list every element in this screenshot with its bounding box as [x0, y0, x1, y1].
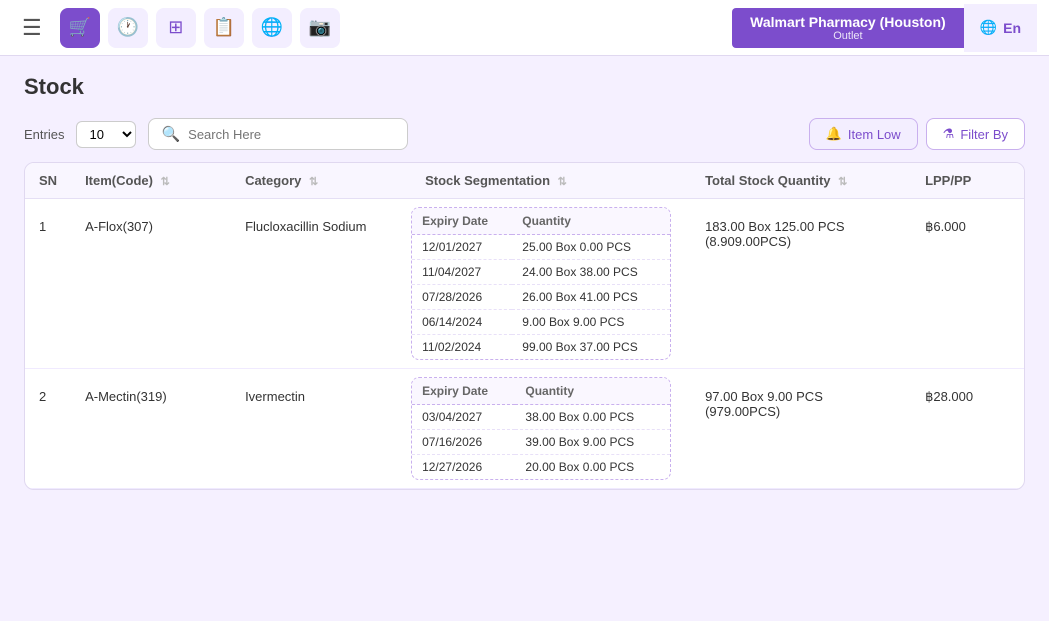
hamburger-button[interactable]: ☰: [12, 15, 52, 41]
cell-stock-seg: Expiry DateQuantity03/04/202738.00 Box 0…: [411, 369, 691, 489]
filter-button[interactable]: ⚗ Filter By: [926, 118, 1025, 150]
seg-expiry: 12/27/2026: [412, 455, 515, 480]
seg-expiry: 12/01/2027: [412, 235, 512, 260]
top-nav: ☰ 🛒 🕐 ⊞ 📋 🌐 📷 Walmart Pharmacy (Houston)…: [0, 0, 1049, 56]
sort-item-icon[interactable]: ⇅: [161, 176, 170, 188]
cell-sn: 2: [25, 369, 71, 489]
col-total-qty: Total Stock Quantity ⇅: [691, 163, 911, 199]
entries-label: Entries: [24, 127, 64, 142]
cell-lpp: ฿28.000: [911, 369, 1024, 489]
seg-expiry: 07/16/2026: [412, 430, 515, 455]
seg-expiry: 11/04/2027: [412, 260, 512, 285]
sort-seg-icon[interactable]: ⇅: [558, 176, 567, 188]
seg-expiry: 06/14/2024: [412, 310, 512, 335]
layers-icon: ⊞: [168, 17, 183, 38]
seg-quantity: 20.00 Box 0.00 PCS: [515, 455, 670, 480]
toolbar-right: 🔔 Item Low ⚗ Filter By: [809, 118, 1025, 150]
seg-col-header: Quantity: [515, 378, 670, 405]
seg-col-header: Quantity: [512, 208, 670, 235]
seg-quantity: 26.00 Box 41.00 PCS: [512, 285, 670, 310]
col-lpp: LPP/PP: [911, 163, 1024, 199]
seg-row: 11/02/202499.00 Box 37.00 PCS: [412, 335, 670, 360]
seg-quantity: 38.00 Box 0.00 PCS: [515, 405, 670, 430]
clock-nav-button[interactable]: 🕐: [108, 8, 148, 48]
language-label: En: [1003, 20, 1021, 36]
language-button[interactable]: 🌐 En: [964, 4, 1037, 52]
stock-table-wrapper: SN Item(Code) ⇅ Category ⇅ Stock Segment…: [24, 162, 1025, 490]
cell-item: A-Flox(307): [71, 199, 231, 369]
store-name: Walmart Pharmacy (Houston): [750, 14, 946, 30]
filter-label: Filter By: [960, 127, 1008, 142]
clipboard-nav-button[interactable]: 📋: [204, 8, 244, 48]
store-info: Walmart Pharmacy (Houston) Outlet: [732, 8, 964, 48]
entries-select[interactable]: 10 25 50 100: [76, 121, 136, 148]
cart-nav-button[interactable]: 🛒: [60, 8, 100, 48]
cell-sn: 1: [25, 199, 71, 369]
col-item: Item(Code) ⇅: [71, 163, 231, 199]
cell-stock-seg: Expiry DateQuantity12/01/202725.00 Box 0…: [411, 199, 691, 369]
seg-col-header: Expiry Date: [412, 378, 515, 405]
seg-expiry: 07/28/2026: [412, 285, 512, 310]
cell-total-qty: 183.00 Box 125.00 PCS (8.909.00PCS): [691, 199, 911, 369]
layers-nav-button[interactable]: ⊞: [156, 8, 196, 48]
globe-icon: 🌐: [261, 17, 283, 38]
camera-icon: 📷: [309, 17, 331, 38]
seg-row: 07/16/202639.00 Box 9.00 PCS: [412, 430, 670, 455]
toolbar: Entries 10 25 50 100 🔍 🔔 Item Low ⚗ Filt…: [24, 118, 1025, 150]
cart-icon: 🛒: [69, 17, 91, 38]
cell-item: A-Mectin(319): [71, 369, 231, 489]
nav-right: Walmart Pharmacy (Houston) Outlet 🌐 En: [732, 4, 1037, 52]
seg-expiry: 11/02/2024: [412, 335, 512, 360]
col-category: Category ⇅: [231, 163, 411, 199]
hamburger-icon: ☰: [22, 15, 42, 40]
seg-quantity: 99.00 Box 37.00 PCS: [512, 335, 670, 360]
table-row: 1A-Flox(307)Flucloxacillin SodiumExpiry …: [25, 199, 1024, 369]
store-sub: Outlet: [750, 30, 946, 42]
seg-row: 07/28/202626.00 Box 41.00 PCS: [412, 285, 670, 310]
seg-row: 12/01/202725.00 Box 0.00 PCS: [412, 235, 670, 260]
item-low-button[interactable]: 🔔 Item Low: [809, 118, 918, 150]
col-sn: SN: [25, 163, 71, 199]
clipboard-icon: 📋: [213, 17, 235, 38]
filter-icon: ⚗: [943, 126, 955, 142]
seg-quantity: 24.00 Box 38.00 PCS: [512, 260, 670, 285]
seg-row: 03/04/202738.00 Box 0.00 PCS: [412, 405, 670, 430]
seg-expiry: 03/04/2027: [412, 405, 515, 430]
table-header-row: SN Item(Code) ⇅ Category ⇅ Stock Segment…: [25, 163, 1024, 199]
seg-quantity: 39.00 Box 9.00 PCS: [515, 430, 670, 455]
nav-left: ☰ 🛒 🕐 ⊞ 📋 🌐 📷: [12, 8, 340, 48]
search-icon: 🔍: [161, 125, 180, 143]
search-input[interactable]: [188, 127, 395, 142]
cell-total-qty: 97.00 Box 9.00 PCS (979.00PCS): [691, 369, 911, 489]
seg-row: 11/04/202724.00 Box 38.00 PCS: [412, 260, 670, 285]
page-content: Stock Entries 10 25 50 100 🔍 🔔 Item Low …: [0, 56, 1049, 508]
stock-table: SN Item(Code) ⇅ Category ⇅ Stock Segment…: [25, 163, 1024, 489]
clock-icon: 🕐: [117, 17, 139, 38]
seg-row: 12/27/202620.00 Box 0.00 PCS: [412, 455, 670, 480]
cell-lpp: ฿6.000: [911, 199, 1024, 369]
cell-category: Flucloxacillin Sodium: [231, 199, 411, 369]
search-box: 🔍: [148, 118, 408, 150]
seg-col-header: Expiry Date: [412, 208, 512, 235]
sort-qty-icon[interactable]: ⇅: [838, 176, 847, 188]
seg-row: 06/14/20249.00 Box 9.00 PCS: [412, 310, 670, 335]
camera-nav-button[interactable]: 📷: [300, 8, 340, 48]
sort-cat-icon[interactable]: ⇅: [309, 176, 318, 188]
item-low-label: Item Low: [848, 127, 901, 142]
cell-category: Ivermectin: [231, 369, 411, 489]
seg-quantity: 25.00 Box 0.00 PCS: [512, 235, 670, 260]
language-icon: 🌐: [980, 19, 997, 36]
bell-icon: 🔔: [826, 126, 842, 142]
seg-table: Expiry DateQuantity12/01/202725.00 Box 0…: [411, 207, 671, 360]
table-row: 2A-Mectin(319)IvermectinExpiry DateQuant…: [25, 369, 1024, 489]
page-title: Stock: [24, 74, 1025, 100]
seg-table: Expiry DateQuantity03/04/202738.00 Box 0…: [411, 377, 671, 480]
seg-quantity: 9.00 Box 9.00 PCS: [512, 310, 670, 335]
table-body: 1A-Flox(307)Flucloxacillin SodiumExpiry …: [25, 199, 1024, 489]
globe-nav-button[interactable]: 🌐: [252, 8, 292, 48]
col-stock-seg: Stock Segmentation ⇅: [411, 163, 691, 199]
